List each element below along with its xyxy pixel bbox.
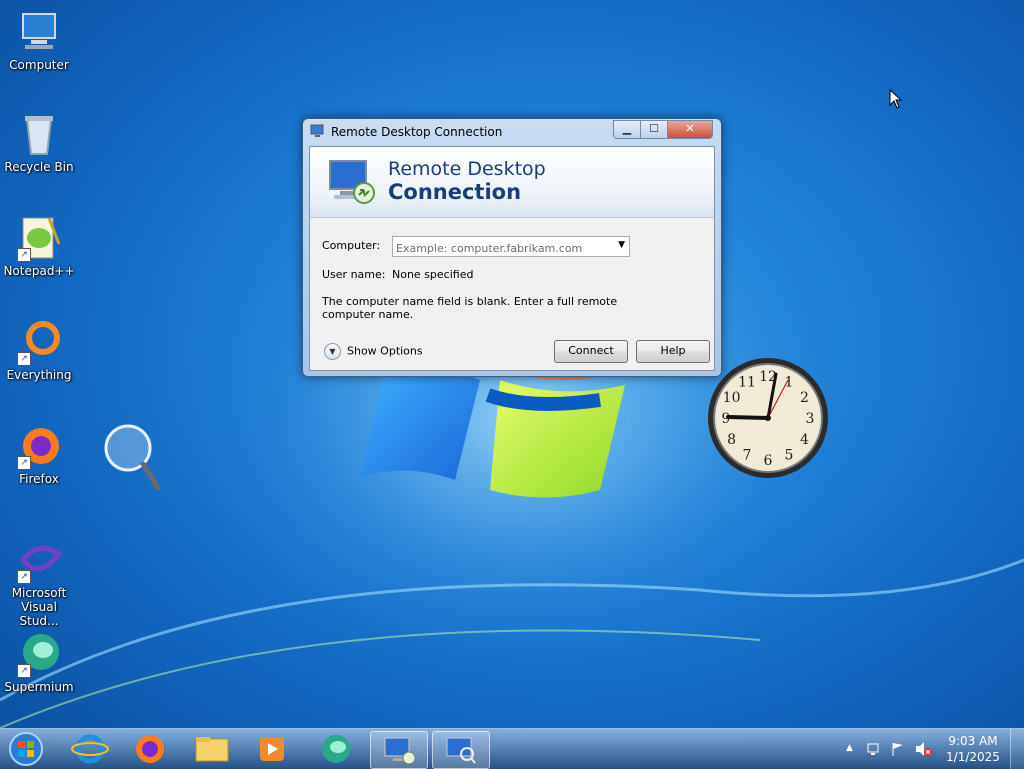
clock-numeral: 3 (806, 411, 815, 427)
hour-hand (726, 415, 770, 420)
taskbar-time: 9:03 AM (948, 734, 998, 748)
taskbar-clock[interactable]: 9:03 AM 1/1/2025 (930, 733, 1016, 765)
banner: Remote Desktop Connection (310, 147, 714, 218)
media-player-icon[interactable] (244, 731, 300, 767)
computer-combobox[interactable]: ▼ (392, 236, 630, 257)
supermium-icon[interactable] (308, 731, 364, 767)
clock-gadget[interactable]: 12 1234567891011 (704, 354, 832, 482)
clock-numeral: 7 (743, 447, 752, 463)
window-titlebar[interactable]: Remote Desktop Connection ▁ ☐ ✕ (303, 119, 721, 145)
username-label: User name: (322, 268, 386, 281)
shortcut-arrow-icon: ↗ (17, 352, 31, 366)
show-desktop-button[interactable] (1010, 729, 1024, 769)
chevron-down-icon: ▼ (324, 343, 341, 360)
desktop-icon-notepad-plus-plus[interactable]: ↗ Notepad++ (0, 214, 78, 278)
clock-numeral: 6 (764, 453, 773, 469)
desktop-icon-label: Firefox (19, 472, 59, 486)
clock-numeral: 4 (800, 432, 809, 448)
clock-numeral: 11 (738, 375, 756, 391)
clock-numeral: 10 (723, 390, 741, 406)
remote-desktop-icon (310, 124, 324, 137)
tray-expand-icon[interactable]: ▲ (846, 743, 853, 753)
computer-icon (15, 8, 63, 56)
clock-numeral: 5 (785, 447, 794, 463)
mouse-cursor-icon (889, 89, 903, 109)
banner-title-line1: Remote Desktop (388, 158, 546, 180)
action-center-flag-icon[interactable] (890, 741, 906, 757)
supermium-icon: ↗ (15, 630, 63, 678)
network-icon[interactable] (866, 741, 882, 757)
maximize-button[interactable]: ☐ (640, 120, 668, 139)
clock-numeral: 1 (785, 375, 794, 391)
everything-icon: ↗ (15, 318, 63, 366)
window-title: Remote Desktop Connection (331, 125, 503, 139)
show-options-toggle[interactable]: ▼ Show Options (324, 343, 423, 361)
firefox-icon[interactable] (122, 731, 178, 767)
computer-label: Computer: (322, 239, 381, 252)
taskbar: ▲ 9:03 AM 1/1/2025 (0, 728, 1024, 769)
desktop-icon-label: Microsoft Visual Stud... (11, 586, 67, 628)
file-explorer-icon[interactable] (184, 731, 240, 767)
status-message: The computer name field is blank. Enter … (322, 295, 618, 321)
dropdown-arrow-icon[interactable]: ▼ (618, 240, 625, 250)
desktop-icon-firefox[interactable]: ↗ Firefox (0, 422, 78, 486)
desktop-icon-computer[interactable]: Computer (0, 8, 78, 72)
minimize-button[interactable]: ▁ (613, 120, 641, 139)
desktop-icon-recycle-bin[interactable]: Recycle Bin (0, 110, 78, 174)
username-value: None specified (392, 268, 474, 281)
recycle-bin-icon (15, 110, 63, 158)
banner-title-line2: Connection (388, 180, 522, 204)
desktop-icon-label: Recycle Bin (4, 160, 74, 174)
remote-desktop-banner-icon (329, 160, 375, 204)
firefox-icon: ↗ (15, 422, 63, 470)
connect-button[interactable]: Connect (554, 340, 628, 363)
shortcut-arrow-icon: ↗ (17, 570, 31, 584)
computer-input[interactable] (393, 240, 606, 257)
clock-numeral: 2 (800, 390, 809, 406)
desktop-icon-supermium[interactable]: ↗ Supermium (0, 630, 78, 694)
start-orb-icon[interactable] (6, 730, 46, 768)
shortcut-arrow-icon: ↗ (17, 456, 31, 470)
internet-explorer-icon[interactable] (62, 731, 118, 767)
remote-desktop-search-icon[interactable] (432, 731, 490, 769)
remote-desktop-icon[interactable] (370, 731, 428, 769)
taskbar-date: 1/1/2025 (946, 750, 1000, 764)
shortcut-arrow-icon: ↗ (17, 248, 31, 262)
clock-numeral: 8 (727, 432, 736, 448)
notepad-plus-plus-icon: ↗ (15, 214, 63, 262)
desktop-icon-label: Notepad++ (3, 264, 75, 278)
magnifier-widget (104, 424, 161, 491)
desktop-icon-visual-studio[interactable]: ↗ Microsoft Visual Stud... (0, 536, 78, 628)
desktop-icon-label: Computer (9, 58, 69, 72)
desktop-icon-label: Supermium (4, 680, 74, 694)
window-client: Remote Desktop Connection Computer: ▼ Us… (309, 146, 715, 371)
shortcut-arrow-icon: ↗ (17, 664, 31, 678)
show-options-label: Show Options (347, 344, 423, 358)
help-button[interactable]: Help (636, 340, 710, 363)
remote-desktop-window: Remote Desktop Connection ▁ ☐ ✕ Remote D… (302, 118, 722, 377)
desktop-icon-label: Everything (6, 368, 72, 382)
visual-studio-icon: ↗ (15, 536, 63, 584)
desktop-icon-everything[interactable]: ↗ Everything (0, 318, 78, 382)
close-button[interactable]: ✕ (667, 120, 713, 139)
